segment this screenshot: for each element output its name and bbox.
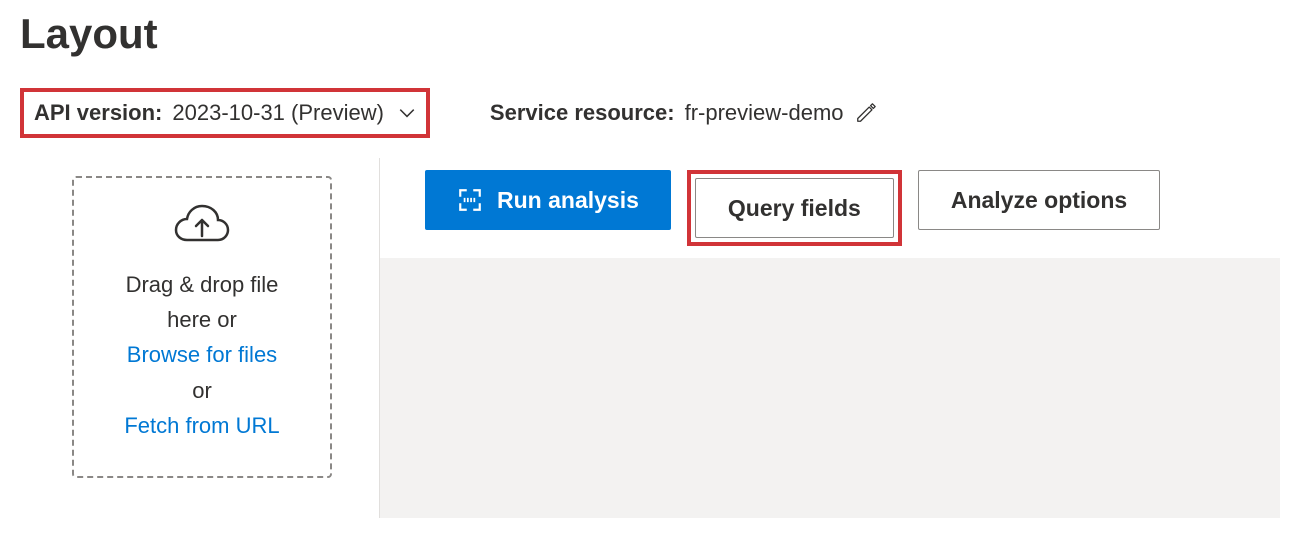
page-title: Layout [20, 10, 1280, 58]
file-dropzone[interactable]: Drag & drop file here or Browse for file… [72, 176, 332, 478]
main-row: Drag & drop file here or Browse for file… [20, 158, 1280, 518]
run-analysis-label: Run analysis [497, 187, 639, 214]
query-fields-label: Query fields [728, 195, 861, 222]
run-analysis-button[interactable]: Run analysis [425, 170, 671, 230]
fetch-url-link[interactable]: Fetch from URL [124, 408, 279, 443]
dropzone-text: Drag & drop file here or Browse for file… [124, 267, 279, 443]
left-panel: Drag & drop file here or Browse for file… [20, 158, 380, 518]
chevron-down-icon [398, 104, 416, 122]
browse-files-link[interactable]: Browse for files [124, 337, 279, 372]
service-resource-value: fr-preview-demo [685, 100, 844, 126]
dropzone-line2: here or [124, 302, 279, 337]
cloud-upload-icon [172, 202, 232, 255]
info-bar: API version: 2023-10-31 (Preview) Servic… [20, 88, 1280, 138]
api-version-value: 2023-10-31 (Preview) [172, 100, 384, 126]
analyze-options-label: Analyze options [951, 187, 1127, 214]
query-fields-highlight: Query fields [687, 170, 902, 246]
api-version-label: API version: [34, 100, 162, 126]
edit-icon[interactable] [854, 101, 878, 125]
content-area [380, 258, 1280, 518]
service-resource-label: Service resource: [490, 100, 675, 126]
dropzone-line1: Drag & drop file [124, 267, 279, 302]
query-fields-button[interactable]: Query fields [695, 178, 894, 238]
scan-icon [457, 187, 483, 213]
dropzone-line3: or [124, 373, 279, 408]
service-resource-group: Service resource: fr-preview-demo [490, 100, 878, 126]
api-version-dropdown[interactable]: API version: 2023-10-31 (Preview) [20, 88, 430, 138]
analyze-options-button[interactable]: Analyze options [918, 170, 1160, 230]
toolbar: Run analysis Query fields Analyze option… [380, 158, 1280, 258]
right-panel: Run analysis Query fields Analyze option… [380, 158, 1280, 518]
